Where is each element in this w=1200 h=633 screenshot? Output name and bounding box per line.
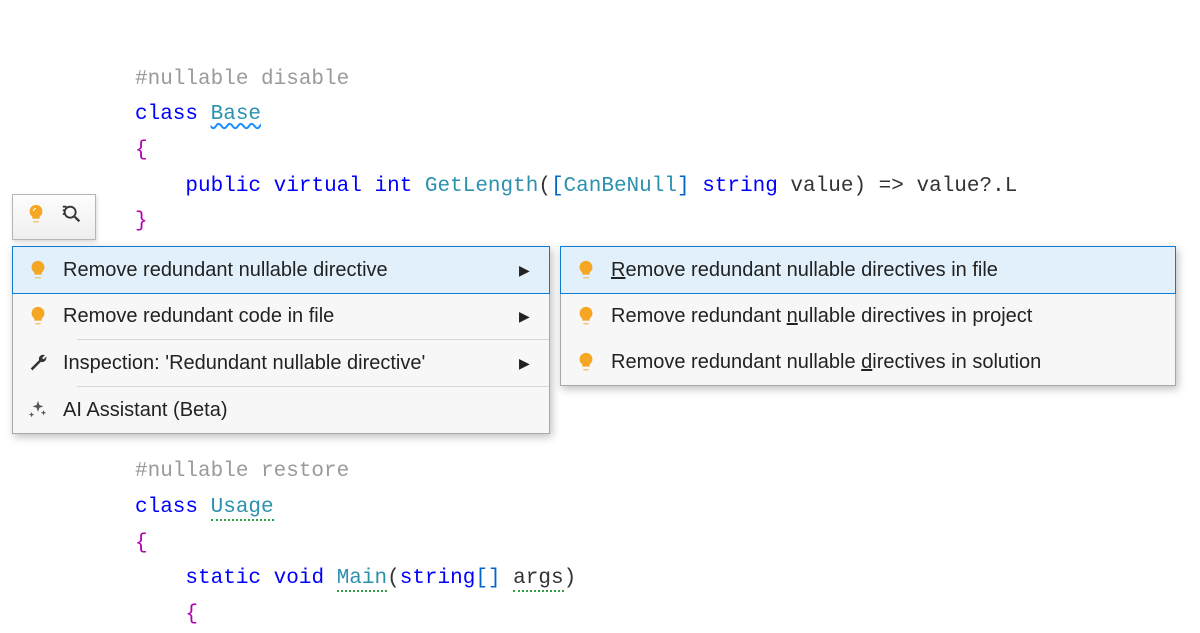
action-inspection-options[interactable]: Inspection: 'Redundant nullable directiv… <box>13 340 549 386</box>
method-main: Main <box>337 567 387 592</box>
menu-item-label: Remove redundant nullable directives in … <box>611 351 1161 374</box>
submenu-arrow-icon: ▶ <box>519 308 535 325</box>
action-remove-redundant-nullable-directive[interactable]: Remove redundant nullable directive ▶ <box>12 246 550 294</box>
submenu-arrow-icon: ▶ <box>519 355 535 372</box>
method-name: GetLength <box>425 175 538 198</box>
type-name-usage: Usage <box>211 496 274 521</box>
brace-open: { <box>185 603 198 626</box>
lightbulb-icon[interactable] <box>25 203 47 231</box>
lightbulb-toolbar[interactable] <box>12 194 96 240</box>
lightbulb-icon <box>575 351 611 373</box>
param-value: value <box>790 175 853 198</box>
keyword-class: class <box>135 103 198 126</box>
type-name-base: Base <box>211 103 261 126</box>
nullable-directive: #nullable disable <box>135 68 349 91</box>
lightbulb-icon <box>575 259 611 281</box>
lightbulb-icon <box>27 259 63 281</box>
keyword-string: string <box>702 175 778 198</box>
keyword-void: void <box>274 567 324 590</box>
attribute-canbenull: CanBeNull <box>564 175 677 198</box>
brace-close: } <box>135 210 148 233</box>
menu-item-label: Remove redundant nullable directives in … <box>611 259 1161 282</box>
wrench-icon <box>27 352 63 374</box>
brace-open: { <box>135 532 148 555</box>
menu-item-label: Remove redundant nullable directive <box>63 259 519 282</box>
action-remove-in-file[interactable]: Remove redundant nullable directives in … <box>560 246 1176 294</box>
menu-item-label: Remove redundant nullable directives in … <box>611 305 1161 328</box>
quick-actions-menu: Remove redundant nullable directive ▶ Re… <box>12 246 550 434</box>
nullable-restore: #nullable restore <box>135 460 349 483</box>
lightbulb-icon <box>575 305 611 327</box>
quick-actions-submenu: Remove redundant nullable directives in … <box>560 246 1176 386</box>
keyword-string: string <box>400 567 476 590</box>
keyword-int: int <box>374 175 412 198</box>
action-remove-redundant-code-in-file[interactable]: Remove redundant code in file ▶ <box>13 293 549 339</box>
param-args: args <box>513 567 563 592</box>
submenu-arrow-icon: ▶ <box>519 262 535 279</box>
keyword-virtual: virtual <box>274 175 362 198</box>
keyword-static: static <box>185 567 261 590</box>
action-remove-in-project[interactable]: Remove redundant nullable directives in … <box>561 293 1175 339</box>
menu-item-label: Remove redundant code in file <box>63 305 519 328</box>
keyword-public: public <box>185 175 261 198</box>
keyword-class: class <box>135 496 198 519</box>
sparkle-icon <box>27 399 63 421</box>
menu-item-label: Inspection: 'Redundant nullable directiv… <box>63 352 519 375</box>
action-ai-assistant[interactable]: AI Assistant (Beta) <box>13 387 549 433</box>
menu-item-label: AI Assistant (Beta) <box>63 399 535 422</box>
inspect-icon[interactable] <box>61 203 83 231</box>
brace-open: { <box>135 139 148 162</box>
action-remove-in-solution[interactable]: Remove redundant nullable directives in … <box>561 339 1175 385</box>
lightbulb-icon <box>27 305 63 327</box>
